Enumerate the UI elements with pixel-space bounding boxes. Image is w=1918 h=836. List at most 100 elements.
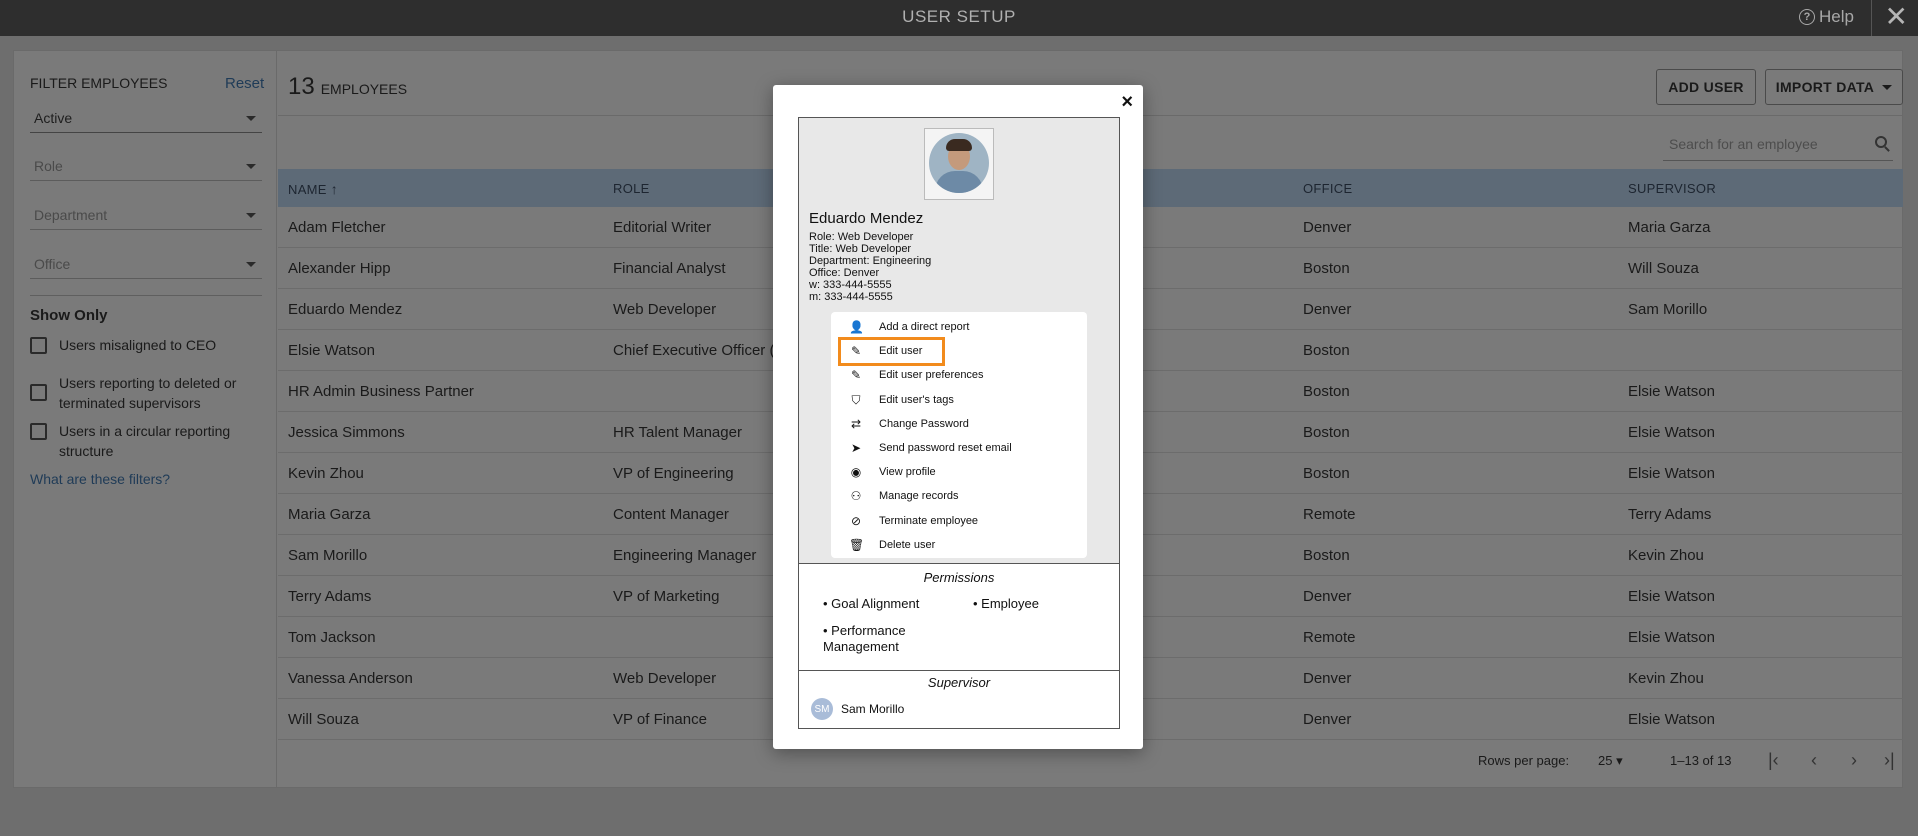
import-data-button[interactable]: IMPORT DATA [1765, 69, 1903, 105]
count-label: EMPLOYEES [320, 81, 408, 97]
cell-role: VP of Marketing [613, 588, 720, 605]
checkbox-box[interactable] [30, 337, 47, 354]
cell-office: Denver [1303, 301, 1352, 318]
menu-item-view-profile[interactable]: ◉ View profile [831, 460, 1087, 484]
previous-page-icon[interactable]: ‹ [1811, 750, 1817, 771]
department-placeholder: Department [34, 207, 108, 223]
menu-item-label: Terminate employee [879, 514, 979, 527]
rows-per-page-select[interactable]: 25 ▾ [1598, 753, 1623, 769]
cell-office: Remote [1303, 506, 1356, 523]
department-select[interactable]: Department [30, 200, 262, 230]
cell-role: Chief Executive Officer (C [613, 342, 786, 359]
menu-item-edit-user-preferences[interactable]: ✎ Edit user preferences [831, 363, 1087, 387]
cell-office: Boston [1303, 465, 1350, 482]
search-icon[interactable] [1875, 136, 1887, 148]
status-select[interactable]: Active [30, 103, 262, 133]
close-icon[interactable]: × [1121, 91, 1133, 114]
user-actions-menu: 👤 Add a direct report ✎ Edit user ✎ Edit user… [831, 312, 1087, 558]
menu-item-manage-records[interactable]: ⚇ Manage records [831, 484, 1087, 508]
rows-per-page-value: 25 [1598, 753, 1613, 768]
cell-name: Maria Garza [288, 506, 371, 523]
reset-link[interactable]: Reset [225, 75, 264, 92]
cell-office: Remote [1303, 629, 1356, 646]
next-page-icon[interactable]: › [1851, 750, 1857, 771]
cell-name: Eduardo Mendez [288, 301, 403, 318]
avatar-image [929, 133, 989, 193]
app-header: USER SETUP ? Help ✕ [0, 0, 1918, 36]
caret-down-icon: ▾ [1616, 753, 1623, 768]
cell-supervisor: Elsie Watson [1628, 629, 1715, 646]
close-icon[interactable]: ✕ [1885, 2, 1908, 32]
menu-item-terminate-employee[interactable]: ⊘ Terminate employee [831, 509, 1087, 533]
question-circle-icon: ? [1799, 9, 1816, 25]
office-select[interactable]: Office [30, 249, 262, 279]
column-header-name[interactable]: NAME ↑ [288, 181, 338, 197]
pagination-range: 1–13 of 13 [1670, 753, 1732, 768]
filter-title: FILTER EMPLOYEES [30, 75, 168, 91]
checkbox-box[interactable] [30, 423, 47, 440]
supervisor-name[interactable]: Sam Morillo [841, 702, 904, 716]
cell-office: Denver [1303, 670, 1352, 687]
column-header-supervisor[interactable]: SUPERVISOR [1628, 181, 1716, 196]
add-user-button[interactable]: ADD USER [1656, 69, 1756, 105]
menu-item-label: Add a direct report [879, 321, 970, 333]
user-name: Eduardo Mendez [809, 210, 924, 227]
user-card-modal: × Eduardo Mendez Role: Web Developer Tit… [773, 85, 1143, 749]
menu-item-edit-user-s-tags[interactable]: ⛉ Edit user's tags [831, 388, 1087, 412]
cell-office: Boston [1303, 383, 1350, 400]
search-placeholder: Search for an employee [1669, 136, 1818, 152]
cell-role: Editorial Writer [613, 219, 712, 236]
first-page-icon[interactable]: |‹ [1768, 750, 1779, 771]
cell-supervisor: Elsie Watson [1628, 424, 1715, 441]
menu-item-delete-user[interactable]: 🗑 Delete user [831, 533, 1087, 557]
user-mobile-phone: m: 333-444-5555 [809, 291, 893, 303]
cell-supervisor: Maria Garza [1628, 219, 1711, 236]
user-work-phone: w: 333-444-5555 [809, 279, 892, 291]
office-placeholder: Office [34, 256, 71, 272]
cell-name: Adam Fletcher [288, 219, 386, 236]
menu-item-label: Manage records [879, 490, 959, 503]
cell-supervisor: Elsie Watson [1628, 711, 1715, 728]
column-header-office[interactable]: OFFICE [1303, 181, 1352, 196]
column-header-role[interactable]: ROLE [613, 181, 650, 196]
cell-office: Boston [1303, 260, 1350, 277]
cell-office: Boston [1303, 424, 1350, 441]
search-input[interactable]: Search for an employee [1663, 127, 1893, 161]
cell-supervisor: Kevin Zhou [1628, 670, 1704, 687]
checkbox-label: Users reporting to deleted or terminated… [59, 375, 237, 411]
header-divider [1871, 0, 1872, 36]
count-number: 13 [288, 73, 315, 100]
sort-ascending-icon[interactable]: ↑ [331, 181, 338, 197]
page-title: USER SETUP [902, 7, 1016, 26]
checkbox-box[interactable] [30, 384, 47, 401]
checkbox-misaligned[interactable]: Users misaligned to CEO [30, 335, 262, 355]
checkbox-circular[interactable]: Users in a circular reporting structure [30, 421, 262, 461]
menu-item-add-a-direct-report[interactable]: 👤 Add a direct report [831, 315, 1087, 339]
cell-supervisor: Sam Morillo [1628, 301, 1708, 318]
last-page-icon[interactable]: ›| [1884, 750, 1895, 771]
user-card: Eduardo Mendez Role: Web Developer Title… [798, 117, 1120, 729]
cell-office: Denver [1303, 219, 1352, 236]
menu-item-send-password-reset-email[interactable]: ➤ Send password reset email [831, 436, 1087, 460]
divider [30, 295, 262, 296]
filters-help-link[interactable]: What are these filters? [30, 471, 170, 487]
help-label: Help [1819, 7, 1854, 26]
checkbox-deleted-supervisors[interactable]: Users reporting to deleted or terminated… [30, 373, 262, 413]
role-select[interactable]: Role [30, 151, 262, 181]
divider [799, 670, 1119, 671]
caret-down-icon [246, 262, 256, 267]
menu-item-change-password[interactable]: ⇄ Change Password [831, 412, 1087, 436]
menu-item-edit-user[interactable]: ✎ Edit user [831, 339, 1087, 363]
cell-name: Tom Jackson [288, 629, 376, 646]
help-button[interactable]: ? Help [1799, 7, 1854, 27]
cell-supervisor: Terry Adams [1628, 506, 1712, 523]
cell-role: HR Talent Manager [613, 424, 742, 441]
menu-item-label: Edit user's tags [879, 393, 954, 406]
cell-role: Web Developer [613, 301, 717, 318]
cell-role: Web Developer [613, 670, 717, 687]
cell-role: VP of Finance [613, 711, 707, 728]
edit-icon: ✎ [850, 368, 862, 383]
employee-count: 13 EMPLOYEES [288, 73, 407, 101]
cell-name: Terry Adams [288, 588, 372, 605]
supervisor-heading: Supervisor [927, 675, 991, 690]
